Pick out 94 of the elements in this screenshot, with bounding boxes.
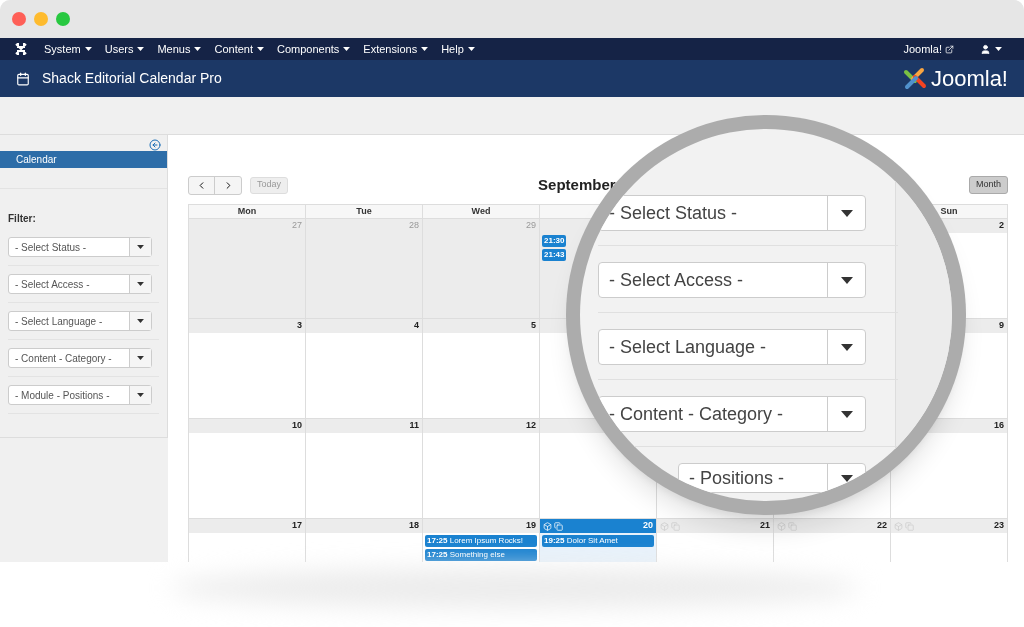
filter-select[interactable]: - Select Status -: [8, 237, 152, 257]
day-number: 19: [526, 519, 536, 533]
event-chip[interactable]: 17:25 Something else: [425, 549, 537, 561]
day-number: 10: [292, 419, 302, 433]
caret-icon: [84, 47, 92, 51]
caret-icon: [257, 47, 264, 51]
caret-icon: [840, 276, 853, 284]
day-number: 11: [409, 419, 419, 433]
caret-icon: [137, 282, 144, 286]
filter-select[interactable]: - Content - Category -: [598, 396, 866, 432]
menu-item[interactable]: Users: [104, 40, 145, 58]
menu-item[interactable]: Content: [214, 40, 264, 58]
collapse-icon[interactable]: [149, 139, 161, 151]
site-link[interactable]: Joomla!: [903, 40, 954, 58]
calendar-cell[interactable]: 12: [423, 419, 540, 519]
event-chip[interactable]: 21:43: [542, 249, 567, 261]
calendar-cell[interactable]: 11: [306, 419, 423, 519]
joomla-logo-icon: [901, 65, 928, 92]
calendar-icon: [16, 71, 30, 86]
filter-select[interactable]: - Positions -: [678, 463, 866, 493]
filter-select[interactable]: - Select Language -: [8, 311, 152, 331]
sidebar-item[interactable]: Calendar: [0, 151, 167, 168]
caret-icon: [840, 474, 853, 482]
filter-label: Filter:: [8, 213, 36, 224]
calendar-cell[interactable]: 20 19:25 Dolor Sit Amet: [540, 519, 657, 562]
caret-icon: [995, 47, 1002, 51]
caret-icon: [137, 47, 145, 51]
day-number: 17: [292, 519, 302, 533]
filter-select[interactable]: - Select Language -: [598, 329, 866, 365]
menu-item[interactable]: Components: [277, 40, 351, 58]
caret-icon: [421, 47, 429, 51]
calendar-cell[interactable]: 22: [774, 519, 891, 562]
calendar-cell[interactable]: 4: [306, 319, 423, 419]
joomla-logo-text: Joomla!: [930, 65, 1008, 93]
calendar-cell[interactable]: 23: [891, 519, 1008, 562]
external-link-icon: [945, 44, 954, 54]
day-number: 4: [414, 319, 419, 333]
user-icon: [980, 43, 991, 55]
weekday-header: Tue: [306, 205, 423, 219]
cell-tools-icon[interactable]: [660, 521, 680, 531]
weekday-header: Mon: [189, 205, 306, 219]
filter-select[interactable]: - Module - Positions -: [8, 385, 152, 405]
calendar-title: September: [538, 174, 616, 195]
menu-item[interactable]: Help: [441, 40, 475, 58]
window-control[interactable]: [56, 12, 70, 26]
cell-tools-icon[interactable]: [894, 521, 914, 531]
calendar-cell[interactable]: 18: [306, 519, 423, 562]
window-control[interactable]: [12, 12, 26, 26]
day-number: 23: [994, 519, 1004, 533]
user-menu[interactable]: [980, 43, 1002, 55]
weekday-header: Wed: [423, 205, 540, 219]
page-title: Shack Editorial Calendar Pro: [42, 69, 222, 88]
day-number: 27: [292, 219, 302, 233]
calendar-cell[interactable]: 17: [189, 519, 306, 562]
day-number: 20: [643, 519, 653, 533]
caret-icon: [137, 319, 144, 323]
day-number: 12: [526, 419, 536, 433]
window-control[interactable]: [34, 12, 48, 26]
day-number: 28: [409, 219, 419, 233]
calendar-cell[interactable]: 10: [189, 419, 306, 519]
menu-item[interactable]: Menus: [157, 40, 202, 58]
filter-select[interactable]: - Select Access -: [8, 274, 152, 294]
caret-icon: [467, 47, 475, 51]
event-chip[interactable]: 19:25 Dolor Sit Amet: [542, 535, 654, 547]
filter-select[interactable]: - Content - Category -: [8, 348, 152, 368]
calendar-cell[interactable]: 5: [423, 319, 540, 419]
event-chip[interactable]: 17:25 Lorem Ipsum Rocks!: [425, 535, 537, 547]
calendar-cell[interactable]: 3: [189, 319, 306, 419]
event-chip[interactable]: 21:30: [542, 235, 567, 247]
menu-item[interactable]: Extensions: [363, 40, 429, 58]
day-number: 2: [999, 219, 1004, 233]
menu-item[interactable]: System: [44, 40, 92, 58]
caret-icon: [137, 356, 144, 360]
caret-icon: [343, 47, 351, 51]
day-number: 3: [297, 319, 302, 333]
calendar-cell[interactable]: 21: [657, 519, 774, 562]
day-number: 18: [409, 519, 419, 533]
cell-tools-icon[interactable]: [543, 521, 563, 531]
day-number: 16: [994, 419, 1004, 433]
joomla-icon[interactable]: [14, 42, 28, 56]
cell-tools-icon[interactable]: [777, 521, 797, 531]
day-number: 21: [760, 519, 770, 533]
day-number: 5: [531, 319, 536, 333]
caret-icon: [137, 245, 144, 249]
calendar-cell[interactable]: 19 17:25 Lorem Ipsum Rocks! 17:25 Something else: [423, 519, 540, 562]
day-number: 29: [526, 219, 536, 233]
filter-select[interactable]: - Select Access -: [598, 262, 866, 298]
day-number: 9: [999, 319, 1004, 333]
caret-icon: [137, 393, 144, 397]
day-number: 22: [877, 519, 887, 533]
caret-icon: [840, 209, 853, 217]
caret-icon: [840, 343, 853, 351]
month-button[interactable]: Month: [969, 176, 1008, 194]
caret-icon: [194, 47, 202, 51]
